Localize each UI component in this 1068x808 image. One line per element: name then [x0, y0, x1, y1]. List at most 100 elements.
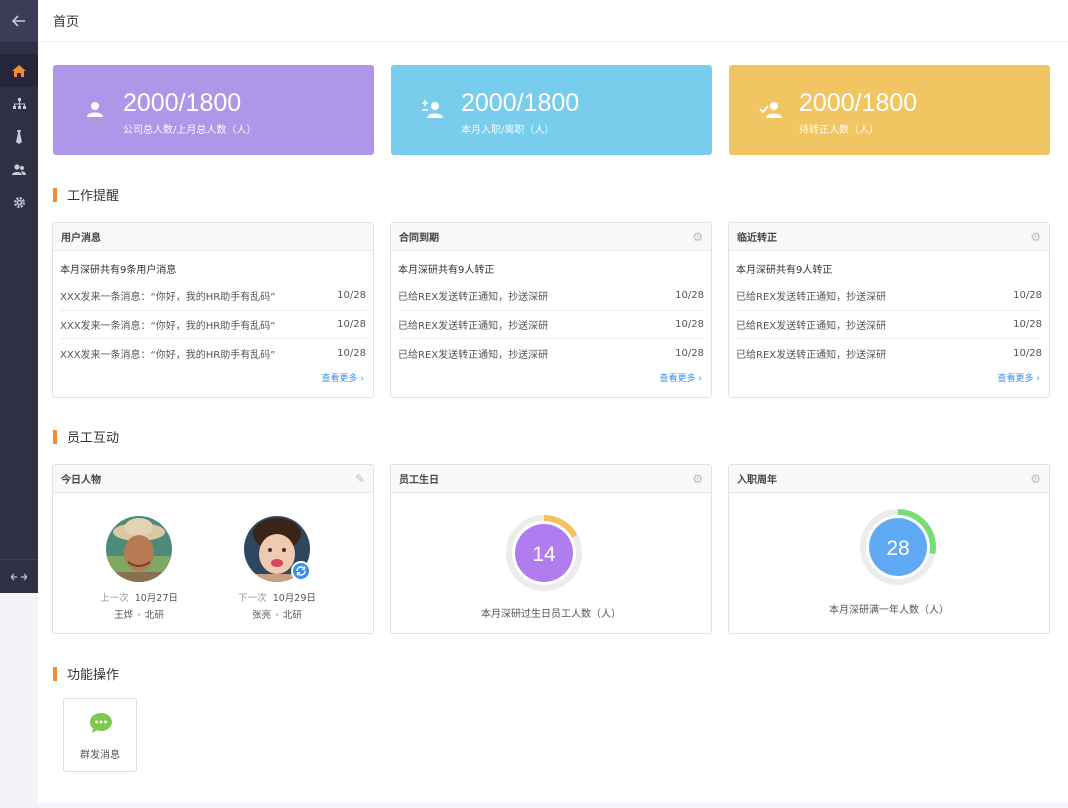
stat-value: 2000/1800	[461, 89, 580, 117]
panel-header: 入职周年 ⚙	[729, 465, 1049, 493]
section-title-functions: 功能操作	[53, 664, 119, 683]
list-item-text: XXX发来一条消息：“你好，我的HR助手有乱码”	[60, 320, 276, 332]
birthday-ring: 14	[506, 515, 582, 591]
settings-gear-icon[interactable]: ⚙	[1030, 472, 1041, 486]
person-dept: 北研	[144, 610, 164, 621]
list-item-text: 已给REX发送转正通知，抄送深研	[398, 320, 549, 332]
tie-icon[interactable]	[0, 120, 38, 153]
panel-summary: 本月深研共有9人转正	[398, 265, 495, 276]
person-name: 张亮 • 北研	[252, 610, 302, 621]
list-item-text: 已给REX发送转正通知，抄送深研	[736, 349, 887, 361]
stat-label: 本月入职/离职（人）	[461, 125, 555, 136]
person-when-label: 上一次	[100, 593, 129, 604]
section-title-work-reminder: 工作提醒	[53, 185, 119, 204]
list-item-date: 10/28	[1013, 347, 1042, 359]
edit-pencil-icon[interactable]: ✎	[355, 472, 365, 486]
stats-row: 2000/1800 公司总人数/上月总人数（人） 2000/1800 本月入职/…	[53, 65, 1050, 155]
org-chart-icon[interactable]	[0, 87, 38, 120]
settings-gear-icon[interactable]: ⚙	[1030, 230, 1041, 244]
settings-gear-icon[interactable]: ⚙	[692, 230, 703, 244]
stat-card-onboarding[interactable]: 2000/1800 本月入职/离职（人）	[391, 65, 712, 155]
list-item-date: 10/28	[1013, 290, 1042, 302]
list-item-text: 已给REX发送转正通知，抄送深研	[736, 292, 887, 304]
panel-title: 入职周年	[737, 475, 777, 486]
main-content: 首页 2000/1800 公司总人数/上月总人数（人） 2000/1800 本月…	[38, 0, 1068, 803]
birthday-caption: 本月深研过生日员工人数（人）	[481, 609, 621, 620]
avatar[interactable]	[106, 516, 172, 582]
panel-header: 员工生日 ⚙	[391, 465, 711, 493]
list-item[interactable]: 已给REX发送转正通知，抄送深研 10/28	[736, 311, 1042, 339]
list-item-date: 10/28	[675, 347, 704, 359]
person-when-label: 下一次	[238, 593, 267, 604]
list-item[interactable]: 已给REX发送转正通知，抄送深研 10/28	[398, 282, 704, 311]
list-item-date: 10/28	[337, 347, 366, 359]
list-item-date: 10/28	[1013, 318, 1042, 330]
user-check-icon	[759, 102, 782, 118]
list-item[interactable]: 已给REX发送转正通知，抄送深研 10/28	[398, 339, 704, 368]
list-item-date: 10/28	[675, 318, 704, 330]
section-label: 功能操作	[67, 668, 120, 683]
panel-contract-expiry: 合同到期 ⚙ 本月深研共有9人转正 已给REX发送转正通知，抄送深研 10/28 …	[390, 222, 712, 398]
broadcast-message-button[interactable]: 群发消息	[63, 698, 137, 772]
panel-title: 今日人物	[61, 475, 101, 486]
view-more-link[interactable]: 查看更多 ›	[660, 371, 702, 384]
chat-bubble-icon	[90, 713, 112, 733]
list-item[interactable]: 已给REX发送转正通知，抄送深研 10/28	[736, 339, 1042, 368]
list-item[interactable]: XXX发来一条消息：“你好，我的HR助手有乱码” 10/28	[60, 339, 366, 368]
section-accent-bar	[53, 666, 57, 681]
stat-card-regularization[interactable]: 2000/1800 待转正人数（人）	[729, 65, 1050, 155]
anniversary-caption: 本月深研满一年人数（人）	[829, 605, 949, 616]
panel-summary: 本月深研共有9人转正	[736, 265, 833, 276]
list-item-text: XXX发来一条消息：“你好，我的HR助手有乱码”	[60, 349, 276, 361]
list-item[interactable]: XXX发来一条消息：“你好，我的HR助手有乱码” 10/28	[60, 311, 366, 339]
person-date: 上一次 10月27日	[84, 590, 194, 604]
home-icon[interactable]	[0, 54, 38, 87]
panel-header: 临近转正 ⚙	[729, 223, 1049, 251]
view-more-link[interactable]: 查看更多 ›	[322, 371, 364, 384]
expand-collapse-icon[interactable]	[0, 559, 38, 593]
users-icon[interactable]	[0, 153, 38, 186]
birthday-count: 14	[532, 543, 556, 566]
panel-title: 临近转正	[737, 233, 777, 244]
list-item[interactable]: 已给REX发送转正通知，抄送深研 10/28	[736, 282, 1042, 311]
page-title: 首页	[38, 0, 1068, 42]
back-arrow-icon[interactable]	[0, 0, 38, 42]
panel-today-people: 今日人物 ✎ 上一次 10月27日 王烨 • 北研 下一次 10月29日 张亮 …	[52, 464, 374, 634]
person-dept: 北研	[282, 610, 302, 621]
person-name-value: 张亮	[252, 610, 272, 621]
view-more-link[interactable]: 查看更多 ›	[998, 371, 1040, 384]
panel-header: 今日人物 ✎	[53, 465, 373, 493]
list-item-text: 已给REX发送转正通知，抄送深研	[736, 320, 887, 332]
panel-header: 用户消息	[53, 223, 373, 251]
section-accent-bar	[53, 187, 57, 202]
section-title-employee-interaction: 员工互动	[53, 427, 119, 446]
list-item-text: XXX发来一条消息：“你好，我的HR助手有乱码”	[60, 292, 276, 304]
panel-title: 合同到期	[399, 233, 439, 244]
panel-title: 员工生日	[399, 475, 439, 486]
list-item-date: 10/28	[675, 290, 704, 302]
settings-gear-icon[interactable]	[0, 186, 38, 219]
list-item[interactable]: XXX发来一条消息：“你好，我的HR助手有乱码” 10/28	[60, 282, 366, 311]
panel-upcoming-regularization: 临近转正 ⚙ 本月深研共有9人转正 已给REX发送转正通知，抄送深研 10/28 …	[728, 222, 1050, 398]
stat-card-total[interactable]: 2000/1800 公司总人数/上月总人数（人）	[53, 65, 374, 155]
panel-summary: 本月深研共有9条用户消息	[60, 265, 177, 276]
anniversary-ring: 28	[860, 509, 936, 585]
settings-gear-icon[interactable]: ⚙	[692, 472, 703, 486]
list-item-date: 10/28	[337, 318, 366, 330]
panel-birthdays: 员工生日 ⚙ 14 本月深研过生日员工人数（人）	[390, 464, 712, 634]
stat-value: 2000/1800	[123, 89, 242, 117]
list-item-date: 10/28	[337, 290, 366, 302]
person-date-value: 10月27日	[134, 593, 178, 604]
panel-user-messages: 用户消息 本月深研共有9条用户消息 XXX发来一条消息：“你好，我的HR助手有乱…	[52, 222, 374, 398]
panel-header: 合同到期 ⚙	[391, 223, 711, 251]
stat-label: 公司总人数/上月总人数（人）	[123, 125, 257, 136]
person-date-value: 10月29日	[272, 593, 316, 604]
sidebar	[0, 0, 38, 593]
person-date: 下一次 10月29日	[222, 590, 332, 604]
person-name-value: 王烨	[114, 610, 134, 621]
section-label: 员工互动	[67, 431, 120, 446]
refresh-icon[interactable]	[291, 561, 311, 581]
user-plus-minus-icon	[422, 100, 443, 118]
list-item[interactable]: 已给REX发送转正通知，抄送深研 10/28	[398, 311, 704, 339]
list-item-text: 已给REX发送转正通知，抄送深研	[398, 292, 549, 304]
